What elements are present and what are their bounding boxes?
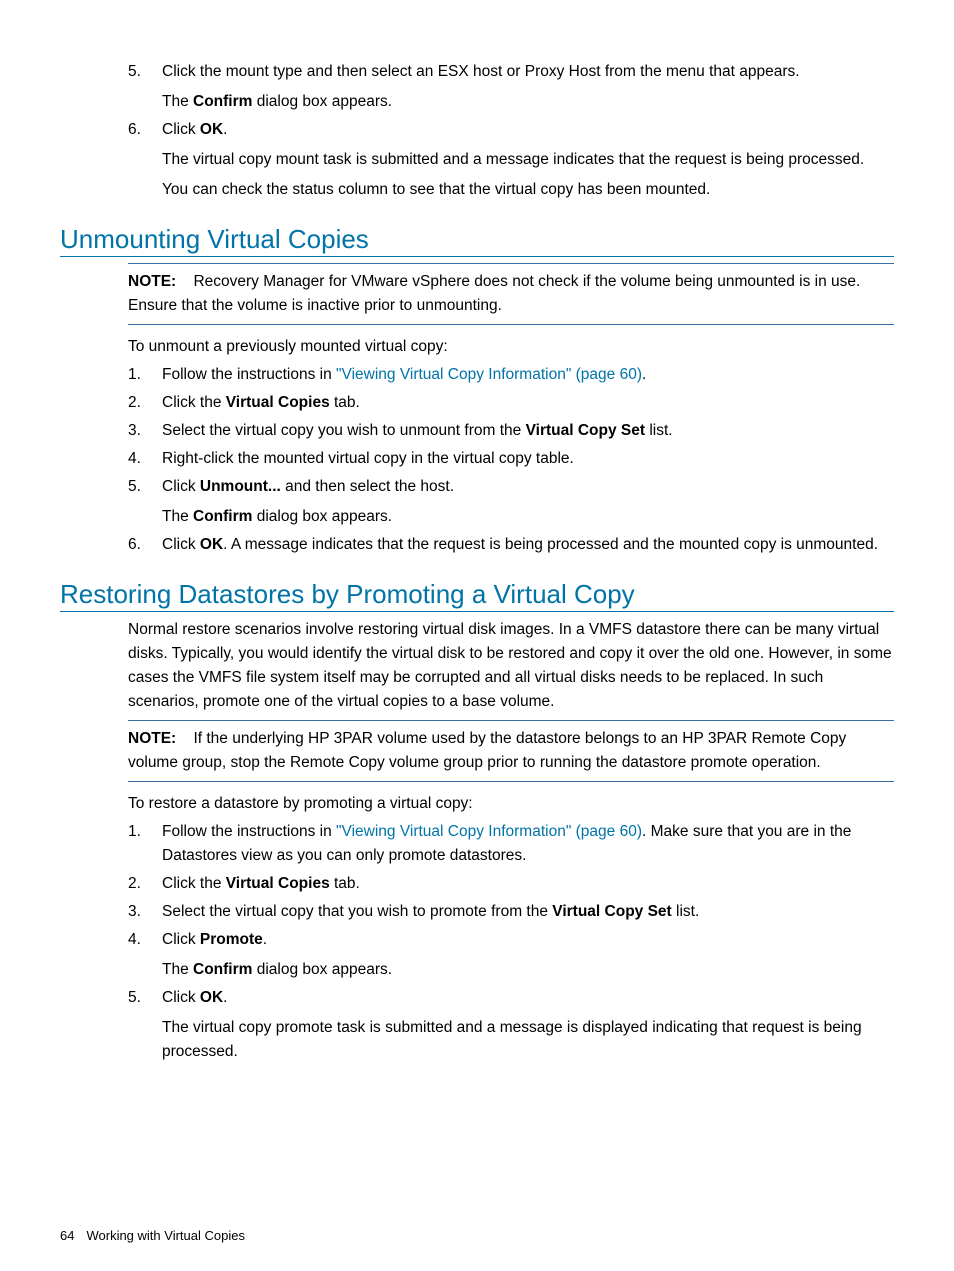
top-ordered-list: 5. Click the mount type and then select …: [60, 60, 894, 202]
list-item: 5. Click OK. The virtual copy promote ta…: [60, 986, 894, 1064]
list-text: .: [642, 366, 646, 383]
bold-text: OK: [200, 989, 223, 1006]
list-number: 1.: [128, 363, 141, 387]
bold-text: Promote: [200, 931, 263, 948]
bold-text: Unmount...: [200, 478, 281, 495]
bold-text: Virtual Copy Set: [552, 903, 671, 920]
list-number: 3.: [128, 900, 141, 924]
list-number: 5.: [128, 475, 141, 499]
list-text: . A message indicates that the request i…: [223, 536, 878, 553]
list-text: Follow the instructions in: [162, 366, 336, 383]
note-label: NOTE:: [128, 273, 176, 290]
bold-text: Virtual Copies: [226, 394, 330, 411]
cross-reference-link[interactable]: "Viewing Virtual Copy Information" (page…: [336, 823, 642, 840]
list-number: 6.: [128, 533, 141, 557]
list-item: 3. Select the virtual copy that you wish…: [60, 900, 894, 924]
list-text: The: [162, 961, 193, 978]
list-text: Click: [162, 989, 200, 1006]
list-number: 2.: [128, 391, 141, 415]
list-text: You can check the status column to see t…: [162, 178, 894, 202]
list-item: 2. Click the Virtual Copies tab.: [60, 391, 894, 415]
bold-text: Virtual Copy Set: [526, 422, 645, 439]
bold-text: Confirm: [193, 93, 252, 110]
list-item: 6. Click OK. The virtual copy mount task…: [60, 118, 894, 202]
list-text: Right-click the mounted virtual copy in …: [162, 447, 894, 471]
list-text: dialog box appears.: [252, 93, 392, 110]
list-text: list.: [672, 903, 700, 920]
note-text: Recovery Manager for VMware vSphere does…: [128, 273, 860, 314]
list-text: Select the virtual copy you wish to unmo…: [162, 422, 526, 439]
note-box: NOTE: Recovery Manager for VMware vSpher…: [128, 263, 894, 325]
body-paragraph: To restore a datastore by promoting a vi…: [128, 792, 894, 816]
list-text: tab.: [330, 875, 360, 892]
cross-reference-link[interactable]: "Viewing Virtual Copy Information" (page…: [336, 366, 642, 383]
bold-text: Confirm: [193, 961, 252, 978]
list-number: 5.: [128, 60, 141, 84]
body-paragraph: Normal restore scenarios involve restori…: [128, 618, 894, 714]
list-text: and then select the host.: [281, 478, 454, 495]
list-item: 1. Follow the instructions in "Viewing V…: [60, 820, 894, 868]
bold-text: Confirm: [193, 508, 252, 525]
list-text: Click: [162, 536, 200, 553]
list-text: Click: [162, 931, 200, 948]
list-text: The: [162, 508, 193, 525]
list-text: The: [162, 93, 193, 110]
list-item: 5. Click the mount type and then select …: [60, 60, 894, 114]
section-heading-unmounting: Unmounting Virtual Copies: [60, 224, 894, 257]
list-number: 5.: [128, 986, 141, 1010]
list-text: The virtual copy mount task is submitted…: [162, 148, 894, 172]
list-item: 2. Click the Virtual Copies tab.: [60, 872, 894, 896]
list-text: .: [223, 989, 227, 1006]
bold-text: Virtual Copies: [226, 875, 330, 892]
section2-ordered-list: 1. Follow the instructions in "Viewing V…: [60, 820, 894, 1064]
note-label: NOTE:: [128, 730, 176, 747]
list-item: 1. Follow the instructions in "Viewing V…: [60, 363, 894, 387]
list-text: list.: [645, 422, 673, 439]
list-text: Click the mount type and then select an …: [162, 63, 800, 80]
note-box: NOTE: If the underlying HP 3PAR volume u…: [128, 720, 894, 782]
bold-text: OK: [200, 536, 223, 553]
list-item: 3. Select the virtual copy you wish to u…: [60, 419, 894, 443]
list-item: 4. Right-click the mounted virtual copy …: [60, 447, 894, 471]
list-item: 5. Click Unmount... and then select the …: [60, 475, 894, 529]
list-number: 4.: [128, 928, 141, 952]
list-text: Click: [162, 121, 200, 138]
list-number: 3.: [128, 419, 141, 443]
list-item: 4. Click Promote. The Confirm dialog box…: [60, 928, 894, 982]
note-text: If the underlying HP 3PAR volume used by…: [128, 730, 846, 771]
page-footer: 64 Working with Virtual Copies: [60, 1228, 245, 1243]
bold-text: OK: [200, 121, 223, 138]
list-text: Click the: [162, 875, 226, 892]
list-text: tab.: [330, 394, 360, 411]
page-content: 5. Click the mount type and then select …: [0, 0, 954, 1271]
list-number: 1.: [128, 820, 141, 844]
list-text: dialog box appears.: [252, 961, 392, 978]
chapter-title: Working with Virtual Copies: [86, 1228, 244, 1243]
section-heading-restoring: Restoring Datastores by Promoting a Virt…: [60, 579, 894, 612]
list-text: Click the: [162, 394, 226, 411]
list-text: Click: [162, 478, 200, 495]
page-number: 64: [60, 1228, 74, 1243]
list-item: 6. Click OK. A message indicates that th…: [60, 533, 894, 557]
list-number: 4.: [128, 447, 141, 471]
list-text: .: [263, 931, 267, 948]
body-paragraph: To unmount a previously mounted virtual …: [128, 335, 894, 359]
list-text: Select the virtual copy that you wish to…: [162, 903, 552, 920]
list-number: 6.: [128, 118, 141, 142]
list-text: .: [223, 121, 227, 138]
list-text: The virtual copy promote task is submitt…: [162, 1016, 894, 1064]
section1-ordered-list: 1. Follow the instructions in "Viewing V…: [60, 363, 894, 557]
list-text: Follow the instructions in: [162, 823, 336, 840]
list-text: dialog box appears.: [252, 508, 392, 525]
list-number: 2.: [128, 872, 141, 896]
